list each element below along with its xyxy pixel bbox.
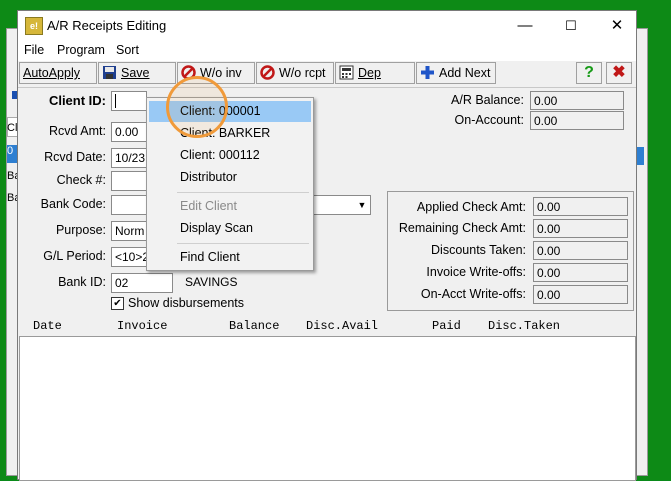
bank-id-label: Bank ID: (58, 275, 106, 289)
menu-separator (177, 192, 309, 193)
applied-check-amt-label: Applied Check Amt: (416, 200, 526, 214)
grid-header-disc-avail[interactable]: Disc.Avail (306, 319, 378, 333)
deposit-button[interactable]: Dep (335, 62, 415, 84)
no-symbol-icon (260, 65, 275, 80)
help-icon: ? (584, 64, 594, 81)
minimize-button[interactable]: — (502, 11, 548, 41)
discounts-taken-label: Discounts Taken: (431, 243, 526, 257)
close-button[interactable]: ✕ (594, 11, 640, 41)
remaining-check-amt-label: Remaining Check Amt: (398, 221, 526, 235)
on-account-label: On-Account: (454, 113, 524, 127)
bank-code-label: Bank Code: (40, 197, 106, 211)
menu-item-display-scan[interactable]: Display Scan (149, 218, 311, 239)
rcvd-amt-input[interactable]: 0.00 (111, 122, 147, 142)
toolbar: AutoApply Save W/o inv W/o rcpt Dep Add … (18, 61, 636, 88)
show-disbursements-checkbox[interactable]: ✔ (111, 297, 124, 310)
menu-sort[interactable]: Sort (116, 43, 139, 57)
dropdown-arrow-icon[interactable]: ▼ (354, 197, 370, 213)
menu-bar: File Program Sort (18, 41, 636, 61)
check-number-input[interactable] (111, 171, 147, 191)
plus-icon (420, 65, 435, 80)
grid-header-date[interactable]: Date (33, 319, 62, 333)
rcvd-amt-label: Rcvd Amt: (49, 124, 106, 138)
remaining-check-amt-value: 0.00 (533, 219, 628, 238)
ar-balance-value: 0.00 (530, 91, 624, 110)
gl-period-input[interactable]: <10>2 (111, 247, 147, 267)
save-label: Save (121, 66, 150, 80)
menu-separator (177, 243, 309, 244)
bg-text-1: Cl (7, 122, 18, 134)
exit-icon: ✖ (612, 64, 626, 81)
grid-header-disc-taken[interactable]: Disc.Taken (488, 319, 560, 333)
menu-file[interactable]: File (24, 43, 44, 57)
floppy-disk-icon (102, 65, 117, 80)
menu-item-edit-client: Edit Client (180, 199, 237, 213)
receipts-grid[interactable] (19, 336, 636, 481)
menu-item-find-client[interactable]: Find Client (149, 247, 311, 268)
app-icon: e! (25, 17, 43, 35)
grid-header-paid[interactable]: Paid (432, 319, 461, 333)
window-title: A/R Receipts Editing (47, 18, 167, 33)
gl-period-label: G/L Period: (43, 249, 106, 263)
autoapply-label: AutoApply (23, 66, 80, 80)
maximize-button[interactable]: ☐ (548, 11, 594, 41)
add-next-label: Add Next (439, 66, 491, 80)
ar-balance-label: A/R Balance: (451, 93, 524, 107)
bank-name: SAVINGS (185, 275, 238, 289)
discounts-taken-value: 0.00 (533, 241, 628, 260)
on-acct-write-offs-value: 0.00 (533, 285, 628, 304)
write-off-receipt-button[interactable]: W/o rcpt (256, 62, 334, 84)
ar-receipts-window: e! A/R Receipts Editing — ☐ ✕ File Progr… (17, 10, 637, 481)
rcvd-date-input[interactable]: 10/23 (111, 148, 147, 168)
grid-header-balance[interactable]: Balance (229, 319, 279, 333)
text-cursor (115, 94, 116, 108)
purpose-label: Purpose: (55, 223, 106, 237)
autoapply-button[interactable]: AutoApply (19, 62, 97, 84)
on-account-value: 0.00 (530, 111, 624, 130)
grid-header-invoice[interactable]: Invoice (117, 319, 167, 333)
show-disbursements-label: Show disbursements (128, 296, 245, 310)
invoice-write-offs-value: 0.00 (533, 263, 628, 282)
click-highlight (166, 76, 228, 138)
title-bar: e! A/R Receipts Editing — ☐ ✕ (18, 11, 636, 41)
rcvd-date-label: Rcvd Date: (44, 150, 106, 164)
exit-button[interactable]: ✖ (606, 62, 632, 84)
client-id-input[interactable] (111, 91, 147, 111)
menu-item-client-000112[interactable]: Client: 000112 (149, 145, 311, 166)
menu-item-distributor[interactable]: Distributor (149, 167, 311, 188)
add-next-button[interactable]: Add Next (416, 62, 496, 84)
client-id-label: Client ID: (48, 93, 106, 108)
save-button[interactable]: Save (98, 62, 176, 84)
check-number-label: Check #: (56, 173, 106, 187)
help-button[interactable]: ? (576, 62, 602, 84)
purpose-input[interactable]: Norm (111, 221, 147, 241)
bank-id-input[interactable]: 02 (111, 273, 173, 293)
applied-check-amt-value: 0.00 (533, 197, 628, 216)
wo-rcpt-label: W/o rcpt (279, 66, 326, 80)
invoice-write-offs-label: Invoice Write-offs: (426, 265, 526, 279)
calculator-icon (339, 65, 354, 80)
on-acct-write-offs-label: On-Acct Write-offs: (420, 287, 526, 301)
menu-program[interactable]: Program (57, 43, 105, 57)
dep-label: Dep (358, 66, 381, 80)
